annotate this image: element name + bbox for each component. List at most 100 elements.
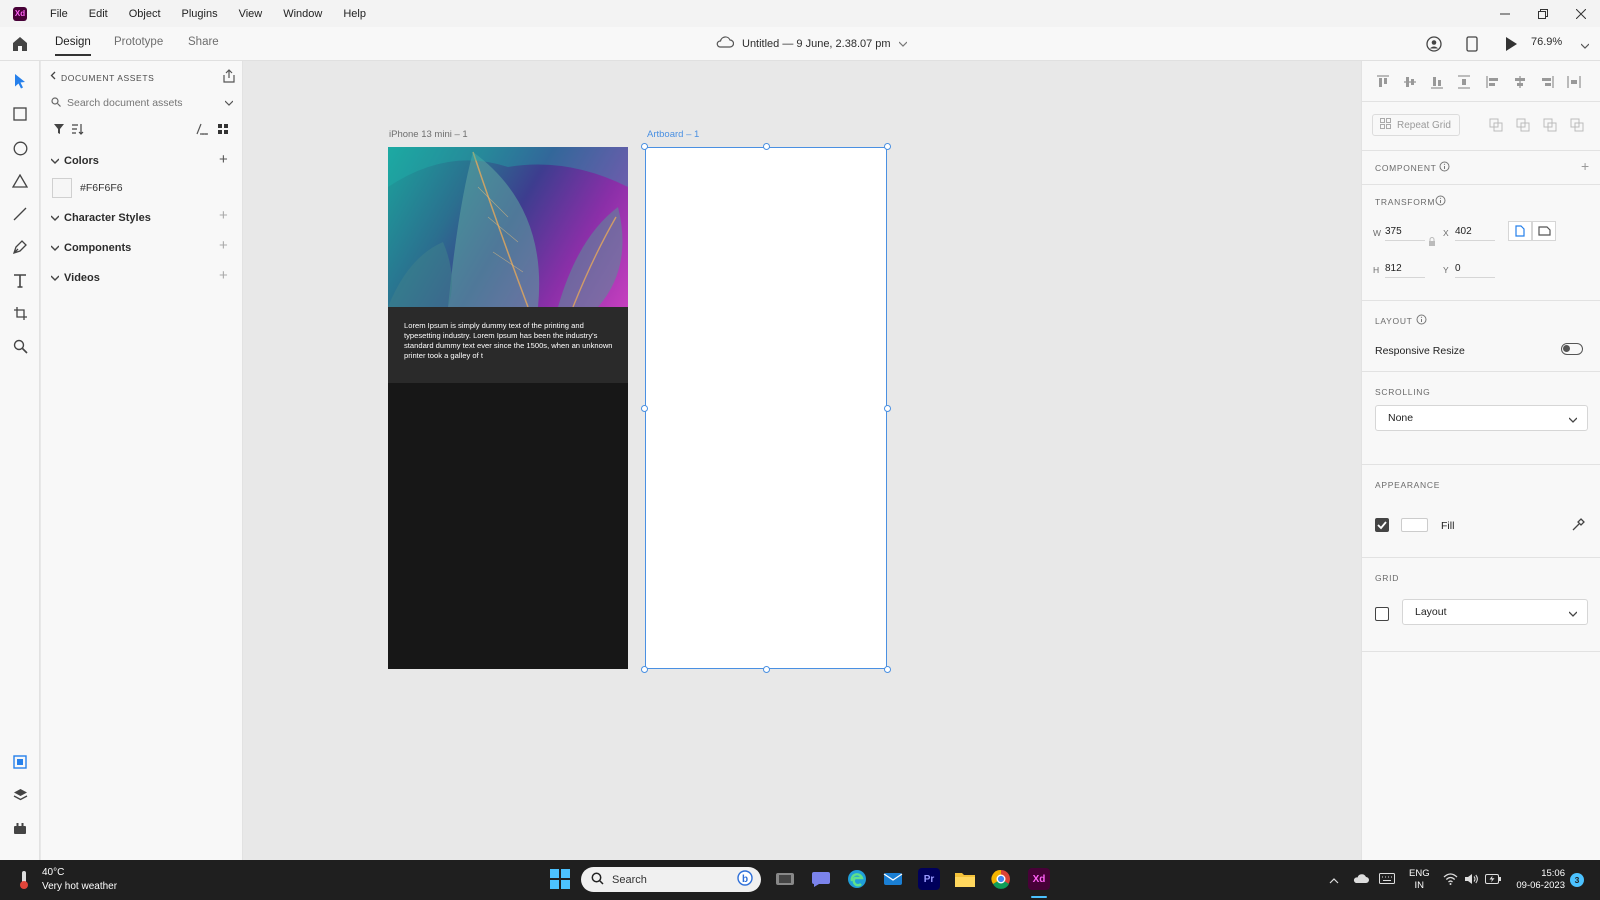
- grid-view-icon[interactable]: [217, 123, 229, 138]
- chrome-browser-icon[interactable]: [990, 868, 1012, 890]
- mail-icon[interactable]: [882, 868, 904, 890]
- play-preview-icon[interactable]: [1504, 36, 1518, 55]
- taskbar-search[interactable]: Search b: [581, 867, 761, 892]
- wifi-icon[interactable]: [1443, 873, 1458, 888]
- search-input[interactable]: [67, 97, 217, 109]
- artboard-selected[interactable]: [645, 147, 887, 669]
- landscape-orientation-icon[interactable]: [1532, 221, 1556, 241]
- text-tool-icon[interactable]: [11, 271, 29, 289]
- text-block[interactable]: Lorem Ipsum is simply dummy text of the …: [388, 307, 628, 383]
- artboard-iphone-13-mini[interactable]: Lorem Ipsum is simply dummy text of the …: [388, 147, 628, 669]
- line-tool-icon[interactable]: [11, 205, 29, 223]
- language-indicator[interactable]: ENG IN: [1409, 868, 1430, 892]
- align-right-icon[interactable]: [1540, 75, 1554, 89]
- add-color-icon[interactable]: +: [219, 151, 228, 168]
- list-view-icon[interactable]: [196, 123, 209, 138]
- align-center-icon[interactable]: [1513, 75, 1527, 89]
- adobe-xd-taskbar-icon[interactable]: Xd: [1028, 868, 1050, 890]
- weather-temperature[interactable]: 40°C: [42, 867, 64, 878]
- x-input[interactable]: 402: [1455, 226, 1495, 241]
- select-tool-icon[interactable]: [11, 72, 29, 90]
- grid-type-dropdown[interactable]: Layout: [1402, 599, 1588, 625]
- fill-color-swatch[interactable]: [1401, 518, 1428, 532]
- search-filter-chevron-icon[interactable]: [224, 97, 234, 109]
- menu-plugins[interactable]: Plugins: [182, 8, 218, 20]
- design-canvas[interactable]: iPhone 13 mini – 1 Lorem Ipsum is simply…: [244, 61, 1361, 860]
- fill-checkbox[interactable]: [1375, 518, 1389, 532]
- height-input[interactable]: 812: [1385, 263, 1425, 278]
- menu-edit[interactable]: Edit: [89, 8, 108, 20]
- close-icon[interactable]: [1562, 0, 1600, 27]
- zoom-tool-icon[interactable]: [11, 337, 29, 355]
- add-component-icon[interactable]: +: [1581, 158, 1589, 174]
- boolean-subtract-icon[interactable]: [1516, 118, 1530, 135]
- portrait-orientation-icon[interactable]: [1508, 221, 1532, 241]
- resize-handle-bottom[interactable]: [763, 666, 770, 673]
- leaf-hero-image[interactable]: [388, 147, 628, 307]
- resize-handle-left[interactable]: [641, 405, 648, 412]
- align-bottom-icon[interactable]: [1430, 75, 1444, 89]
- restore-icon[interactable]: [1524, 0, 1562, 27]
- info-icon[interactable]: [1439, 161, 1450, 175]
- lock-aspect-icon[interactable]: [1428, 237, 1436, 250]
- menu-help[interactable]: Help: [343, 8, 366, 20]
- battery-charging-icon[interactable]: [1485, 874, 1501, 887]
- user-account-icon[interactable]: [1426, 36, 1442, 55]
- menu-file[interactable]: File: [50, 8, 68, 20]
- show-hidden-icons-chevron-icon[interactable]: [1329, 875, 1339, 887]
- resize-handle-top-left[interactable]: [641, 143, 648, 150]
- align-middle-icon[interactable]: [1403, 75, 1417, 89]
- volume-icon[interactable]: [1464, 873, 1479, 888]
- resize-handle-bottom-left[interactable]: [641, 666, 648, 673]
- minimize-icon[interactable]: [1486, 0, 1524, 27]
- distribute-vertical-icon[interactable]: [1457, 75, 1471, 89]
- thermometer-icon[interactable]: [16, 870, 32, 893]
- info-icon[interactable]: [1435, 195, 1446, 209]
- filter-icon[interactable]: [53, 123, 65, 138]
- weather-description[interactable]: Very hot weather: [42, 881, 117, 892]
- width-input[interactable]: 375: [1385, 226, 1425, 241]
- assets-search[interactable]: [51, 93, 235, 113]
- ellipse-tool-icon[interactable]: [11, 139, 29, 157]
- colors-section-header[interactable]: Colors: [50, 155, 99, 167]
- color-swatch[interactable]: [52, 178, 72, 198]
- file-explorer-icon[interactable]: [954, 868, 976, 890]
- menu-object[interactable]: Object: [129, 8, 161, 20]
- scrolling-dropdown[interactable]: None: [1375, 405, 1588, 431]
- y-input[interactable]: 0: [1455, 263, 1495, 278]
- rectangle-tool-icon[interactable]: [11, 105, 29, 123]
- components-section-header[interactable]: Components: [50, 242, 131, 254]
- windows-start-icon[interactable]: [549, 868, 571, 890]
- premiere-pro-icon[interactable]: Pr: [918, 868, 940, 890]
- add-video-icon[interactable]: +: [219, 267, 228, 284]
- tab-prototype[interactable]: Prototype: [114, 36, 163, 48]
- repeat-grid-button[interactable]: Repeat Grid: [1372, 114, 1460, 136]
- info-icon[interactable]: [1416, 314, 1427, 328]
- tab-share[interactable]: Share: [188, 36, 219, 48]
- document-title-area[interactable]: Untitled — 9 June, 2.38.07 pm: [716, 36, 908, 51]
- plugins-panel-icon[interactable]: [11, 819, 29, 837]
- boolean-add-icon[interactable]: [1489, 118, 1503, 135]
- menu-window[interactable]: Window: [283, 8, 322, 20]
- onedrive-cloud-icon[interactable]: [1353, 873, 1369, 887]
- device-preview-icon[interactable]: [1466, 36, 1478, 55]
- layers-panel-icon[interactable]: [11, 786, 29, 804]
- align-left-icon[interactable]: [1486, 75, 1500, 89]
- teams-chat-icon[interactable]: [810, 868, 832, 890]
- keyboard-icon[interactable]: [1379, 873, 1395, 887]
- clock[interactable]: 15:06 09-06-2023: [1510, 868, 1565, 892]
- add-component-icon[interactable]: +: [219, 237, 228, 254]
- artboard-tool-icon[interactable]: [11, 304, 29, 322]
- zoom-level[interactable]: 76.9%: [1531, 36, 1562, 48]
- grid-checkbox[interactable]: [1375, 607, 1389, 621]
- eyedropper-icon[interactable]: [1571, 518, 1585, 535]
- zoom-chevron-down-icon[interactable]: [1580, 40, 1590, 52]
- tab-design[interactable]: Design: [55, 36, 91, 56]
- resize-handle-top[interactable]: [763, 143, 770, 150]
- artboard-label-iphone[interactable]: iPhone 13 mini – 1: [389, 129, 468, 140]
- pen-tool-icon[interactable]: [11, 238, 29, 256]
- polygon-tool-icon[interactable]: [11, 172, 29, 190]
- boolean-exclude-icon[interactable]: [1570, 118, 1584, 135]
- assets-panel-icon[interactable]: [11, 753, 29, 771]
- home-icon[interactable]: [10, 34, 30, 54]
